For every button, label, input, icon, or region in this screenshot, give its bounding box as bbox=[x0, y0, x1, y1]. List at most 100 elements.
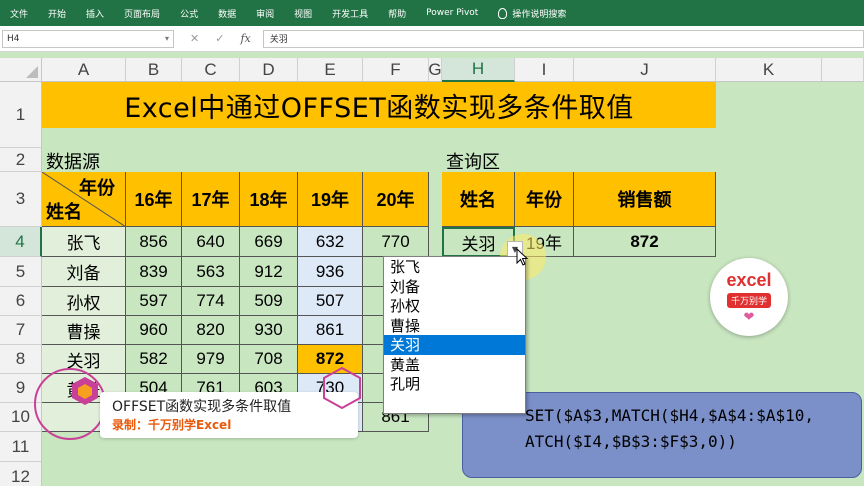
tab-file[interactable]: 文件 bbox=[0, 7, 38, 20]
tab-view[interactable]: 视图 bbox=[284, 7, 322, 20]
value-cell[interactable]: 770 bbox=[363, 227, 429, 257]
name-cell[interactable]: 孙权 bbox=[42, 287, 126, 316]
validation-dropdown-list[interactable]: 张飞 刘备 孙权 曹操 关羽 黄盖 孔明 bbox=[383, 256, 526, 414]
name-cell[interactable]: 刘备 bbox=[42, 257, 126, 287]
value-cell[interactable]: 507 bbox=[298, 287, 363, 316]
name-box[interactable]: H4 ▾ bbox=[2, 29, 174, 48]
dropdown-option[interactable]: 孔明 bbox=[384, 374, 525, 394]
formula-bar: H4 ▾ ✕ ✓ fx 关羽 bbox=[0, 26, 864, 52]
value-cell[interactable]: 856 bbox=[126, 227, 182, 257]
query-header-year[interactable]: 年份 bbox=[515, 172, 574, 227]
column-header-I[interactable]: I bbox=[515, 58, 574, 82]
dropdown-option[interactable]: 关羽 bbox=[384, 335, 525, 355]
year-header-cell[interactable]: 16年 bbox=[126, 172, 182, 227]
tab-help[interactable]: 帮助 bbox=[378, 7, 416, 20]
dropdown-option[interactable]: 刘备 bbox=[384, 277, 525, 297]
enter-icon[interactable]: ✓ bbox=[215, 32, 224, 45]
tab-review[interactable]: 审阅 bbox=[246, 7, 284, 20]
formula-input-value: 关羽 bbox=[269, 35, 288, 45]
column-header-C[interactable]: C bbox=[182, 58, 240, 82]
name-cell[interactable]: 曹操 bbox=[42, 316, 126, 345]
value-cell[interactable]: 820 bbox=[182, 316, 240, 345]
value-cell[interactable]: 912 bbox=[240, 257, 298, 287]
corner-name-label: 姓名 bbox=[46, 202, 82, 223]
tell-me-search[interactable]: 操作说明搜索 bbox=[488, 7, 566, 20]
tab-developer[interactable]: 开发工具 bbox=[322, 7, 378, 20]
logo-text-bottom: 千万别学 bbox=[726, 292, 771, 308]
value-cell[interactable]: 861 bbox=[298, 316, 363, 345]
query-result-cell[interactable]: 872 bbox=[574, 227, 716, 257]
formula-input[interactable]: 关羽 bbox=[262, 29, 864, 48]
lightbulb-icon bbox=[498, 7, 508, 19]
channel-logo: excel 千万别学 ❤ bbox=[710, 258, 788, 336]
dropdown-option[interactable]: 孙权 bbox=[384, 296, 525, 316]
year-header-cell[interactable]: 19年 bbox=[298, 172, 363, 227]
value-cell[interactable]: 930 bbox=[240, 316, 298, 345]
corner-year-label: 年份 bbox=[79, 178, 115, 199]
dropdown-option[interactable]: 黄盖 bbox=[384, 355, 525, 375]
column-header-H[interactable]: H bbox=[442, 58, 515, 82]
tab-page-layout[interactable]: 页面布局 bbox=[114, 7, 170, 20]
year-header-cell[interactable]: 20年 bbox=[363, 172, 429, 227]
heart-icon: ❤ bbox=[743, 309, 755, 325]
tab-power-pivot[interactable]: Power Pivot bbox=[416, 8, 488, 18]
row-header-2[interactable]: 2 bbox=[0, 148, 42, 172]
tab-formulas[interactable]: 公式 bbox=[170, 7, 208, 20]
column-header-E[interactable]: E bbox=[298, 58, 363, 82]
hexagon-icon bbox=[72, 377, 98, 405]
corner-header-cell[interactable]: 年份 姓名 bbox=[42, 172, 126, 227]
column-header-J[interactable]: J bbox=[574, 58, 716, 82]
year-header-cell[interactable]: 18年 bbox=[240, 172, 298, 227]
column-header-K[interactable]: K bbox=[716, 58, 822, 82]
value-cell[interactable]: 960 bbox=[126, 316, 182, 345]
hexagon-outline-icon bbox=[323, 366, 361, 410]
formula-buttons: ✕ ✓ fx bbox=[174, 32, 263, 45]
tell-me-label: 操作说明搜索 bbox=[512, 9, 567, 20]
dropdown-option[interactable]: 张飞 bbox=[384, 257, 525, 277]
select-all-corner[interactable] bbox=[0, 58, 42, 82]
year-header-cell[interactable]: 17年 bbox=[182, 172, 240, 227]
mouse-pointer-icon bbox=[516, 248, 529, 266]
row-header-6[interactable]: 6 bbox=[0, 287, 42, 316]
sheet-title: Excel中通过OFFSET函数实现多条件取值 bbox=[42, 82, 716, 128]
tab-data[interactable]: 数据 bbox=[208, 7, 246, 20]
name-cell[interactable]: 张飞 bbox=[42, 227, 126, 257]
source-label: 数据源 bbox=[46, 152, 100, 173]
value-cell[interactable]: 563 bbox=[182, 257, 240, 287]
row-header-1[interactable]: 1 bbox=[0, 82, 42, 148]
value-cell[interactable]: 774 bbox=[182, 287, 240, 316]
query-header-sales[interactable]: 销售额 bbox=[574, 172, 716, 227]
ribbon-tabs: 文件 开始 插入 页面布局 公式 数据 审阅 视图 开发工具 帮助 Power … bbox=[0, 0, 864, 26]
column-header-B[interactable]: B bbox=[126, 58, 182, 82]
tab-home[interactable]: 开始 bbox=[38, 7, 76, 20]
column-header-D[interactable]: D bbox=[240, 58, 298, 82]
column-header-F[interactable]: F bbox=[363, 58, 429, 82]
row-header-4[interactable]: 4 bbox=[0, 227, 42, 257]
column-header-A[interactable]: A bbox=[42, 58, 126, 82]
row-header-5[interactable]: 5 bbox=[0, 257, 42, 287]
cancel-icon[interactable]: ✕ bbox=[190, 32, 199, 45]
value-cell[interactable]: 669 bbox=[240, 227, 298, 257]
value-cell[interactable]: 632 bbox=[298, 227, 363, 257]
value-cell[interactable]: 936 bbox=[298, 257, 363, 287]
row-header-7[interactable]: 7 bbox=[0, 316, 42, 345]
video-watermark: OFFSET函数实现多条件取值 录制：千万别学Excel bbox=[30, 366, 361, 443]
value-cell[interactable]: 509 bbox=[240, 287, 298, 316]
dropdown-option[interactable]: 曹操 bbox=[384, 316, 525, 336]
query-label: 查询区 bbox=[446, 152, 500, 173]
chevron-down-icon[interactable]: ▾ bbox=[161, 34, 173, 43]
value-cell[interactable]: 839 bbox=[126, 257, 182, 287]
logo-text-top: excel bbox=[726, 269, 772, 290]
watermark-credit: 录制：千万别学Excel bbox=[112, 418, 232, 432]
insert-function-icon[interactable]: fx bbox=[240, 32, 250, 45]
row-header-12[interactable]: 12 bbox=[0, 462, 42, 486]
column-header-G[interactable]: G bbox=[428, 58, 442, 82]
tab-insert[interactable]: 插入 bbox=[76, 7, 114, 20]
value-cell[interactable]: 640 bbox=[182, 227, 240, 257]
row-header-3[interactable]: 3 bbox=[0, 172, 42, 227]
column-header-filler bbox=[822, 58, 864, 82]
value-cell[interactable]: 597 bbox=[126, 287, 182, 316]
excel-window: 文件 开始 插入 页面布局 公式 数据 审阅 视图 开发工具 帮助 Power … bbox=[0, 0, 864, 486]
query-header-name[interactable]: 姓名 bbox=[442, 172, 515, 227]
watermark-title: OFFSET函数实现多条件取值 bbox=[112, 399, 292, 415]
